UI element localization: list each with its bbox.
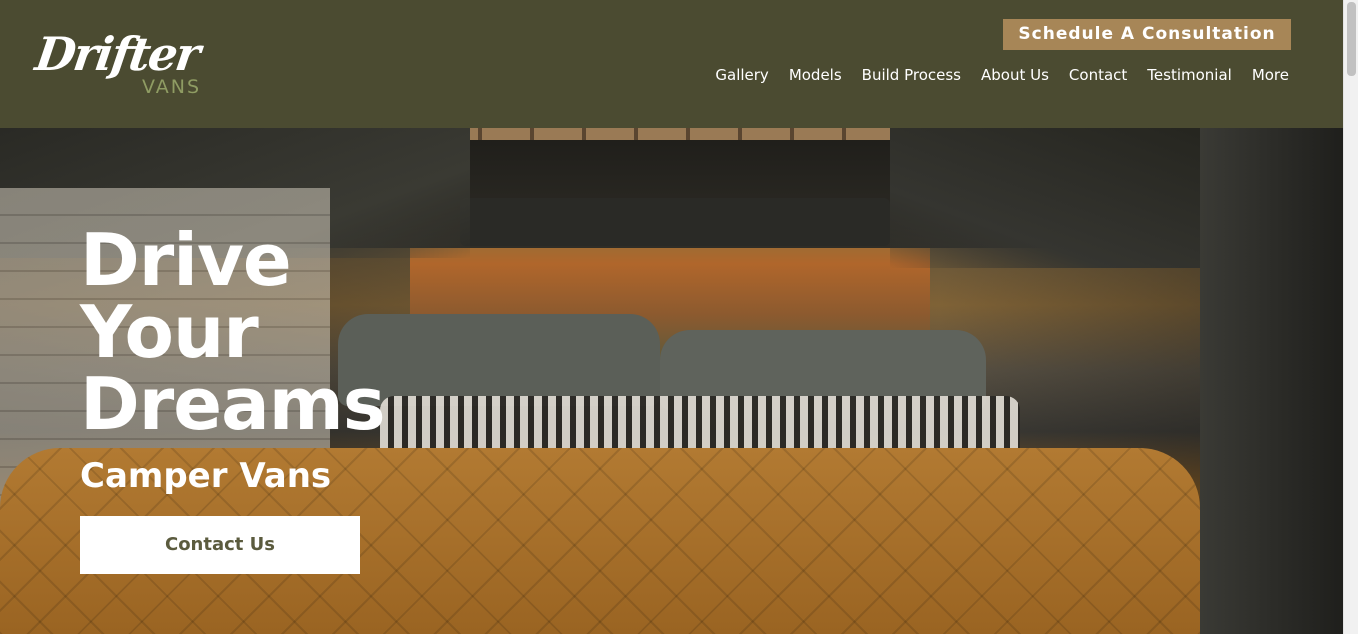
hero-rolled-shade bbox=[460, 198, 890, 246]
scrollbar-thumb[interactable] bbox=[1347, 2, 1356, 76]
nav-item-models[interactable]: Models bbox=[789, 63, 842, 87]
hero-title: Drive Your Dreams bbox=[80, 224, 500, 440]
logo-subtext: VANS bbox=[142, 76, 202, 98]
logo[interactable]: Drifter VANS bbox=[32, 24, 206, 104]
hero-title-line: Dreams bbox=[80, 362, 386, 446]
nav-item-contact[interactable]: Contact bbox=[1069, 63, 1127, 87]
hero-section: Drive Your Dreams Camper Vans Contact Us bbox=[0, 128, 1343, 634]
schedule-consultation-button[interactable]: Schedule A Consultation bbox=[1003, 19, 1291, 50]
hero-title-line: Your bbox=[80, 290, 259, 374]
contact-us-button[interactable]: Contact Us bbox=[80, 516, 360, 574]
nav-item-gallery[interactable]: Gallery bbox=[715, 63, 768, 87]
nav-item-more[interactable]: More bbox=[1252, 63, 1289, 87]
nav-item-about-us[interactable]: About Us bbox=[981, 63, 1049, 87]
main-nav: Gallery Models Build Process About Us Co… bbox=[715, 63, 1289, 87]
nav-item-build-process[interactable]: Build Process bbox=[862, 63, 961, 87]
hero-cabinet-right bbox=[890, 128, 1220, 268]
site-header: Drifter VANS Schedule A Consultation Gal… bbox=[0, 0, 1343, 128]
logo-wordmark: Drifter bbox=[32, 27, 202, 81]
nav-item-testimonial[interactable]: Testimonial bbox=[1147, 63, 1232, 87]
hero-title-line: Drive bbox=[80, 218, 292, 302]
page-scrollbar[interactable] bbox=[1343, 0, 1358, 634]
hero-door-panel bbox=[1200, 128, 1343, 634]
hero-ceiling-planks bbox=[430, 128, 900, 140]
hero-subtitle: Camper Vans bbox=[80, 456, 332, 496]
